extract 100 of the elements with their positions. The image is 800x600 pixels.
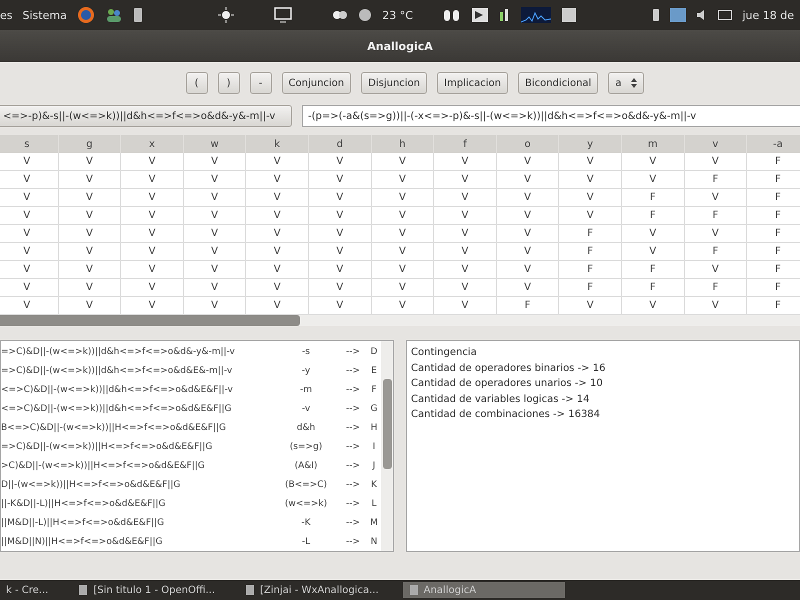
window-icon bbox=[78, 584, 88, 596]
formula-text: D||-(w<=>k))||H<=>f<=>o&d&E&F||G bbox=[1, 480, 182, 490]
formula-text: B<=>C)&D||-(w<=>k))||H<=>f<=>o&d&E&F||G bbox=[1, 422, 228, 432]
arrow-text: --> bbox=[344, 460, 362, 470]
variable-select[interactable]: a bbox=[608, 72, 644, 94]
table-cell: V bbox=[246, 171, 309, 189]
operator-button[interactable]: Conjuncion bbox=[282, 72, 352, 94]
taskbar-item[interactable]: [Zinjai - WxAnallogica... bbox=[239, 582, 385, 598]
letter-text: M bbox=[369, 518, 379, 528]
table-cell: V bbox=[0, 261, 59, 279]
table-cell: V bbox=[434, 243, 497, 261]
table-cell: V bbox=[121, 171, 184, 189]
table-cell: V bbox=[308, 261, 372, 279]
formula-text: ||-K&D||-L)||H<=>f<=>o&d&E&F||G bbox=[1, 498, 166, 508]
letter-text: L bbox=[370, 498, 378, 508]
table-cell: V bbox=[184, 189, 246, 207]
people-icon bbox=[104, 7, 123, 23]
operator-button[interactable]: Bicondicional bbox=[518, 72, 598, 94]
taskbar-item[interactable]: [Sin titulo 1 - OpenOffi... bbox=[72, 582, 222, 598]
subformula-text: -s bbox=[301, 346, 311, 356]
activity-graph-icon bbox=[520, 7, 551, 23]
result-text: Cantidad de variables logicas -> 14 bbox=[411, 392, 590, 406]
arrow-text: --> bbox=[344, 442, 362, 452]
subformula-text: d&h bbox=[296, 422, 316, 432]
clock-text: jue 18 de bbox=[742, 8, 794, 22]
table-cell: F bbox=[622, 207, 685, 225]
table-cell: V bbox=[434, 261, 497, 279]
table-cell: F bbox=[684, 171, 748, 189]
table-cell: F bbox=[622, 261, 685, 279]
table-cell: V bbox=[622, 171, 685, 189]
column-header: -a bbox=[747, 135, 800, 153]
subformula-text: (s=>g) bbox=[288, 442, 324, 452]
column-header: h bbox=[372, 135, 434, 153]
subformula-text: (w<=>k) bbox=[284, 498, 328, 508]
mail-icon bbox=[718, 10, 732, 20]
table-cell: F bbox=[559, 243, 622, 261]
formula-select[interactable]: <=>-p)&-s||-(w<=>k))||d&h<=>f<=>o&d&-y&-m||-v bbox=[0, 105, 292, 127]
arrow-text: --> bbox=[344, 422, 362, 432]
arrow-text: --> bbox=[344, 498, 362, 508]
horizontal-scrollbar[interactable] bbox=[0, 315, 800, 326]
menu-label[interactable]: es bbox=[0, 8, 12, 22]
table-cell: V bbox=[58, 243, 122, 261]
table-cell: V bbox=[308, 279, 372, 297]
table-cell: V bbox=[121, 189, 184, 207]
letter-text: E bbox=[370, 366, 378, 376]
app-icon bbox=[470, 7, 489, 23]
table-cell: V bbox=[184, 243, 246, 261]
operator-button[interactable]: Implicacion bbox=[437, 72, 508, 94]
letter-text: G bbox=[370, 404, 378, 414]
table-cell: V bbox=[0, 225, 59, 243]
table-cell: F bbox=[747, 279, 800, 297]
table-cell: V bbox=[308, 189, 372, 207]
table-cell: F bbox=[622, 189, 685, 207]
operator-button[interactable]: ) bbox=[218, 72, 240, 94]
table-cell: V bbox=[246, 189, 309, 207]
arrow-text: --> bbox=[344, 346, 362, 356]
table-cell: V bbox=[0, 279, 59, 297]
arrow-text: --> bbox=[344, 404, 362, 414]
vertical-scrollbar[interactable] bbox=[381, 341, 393, 551]
table-cell: V bbox=[559, 189, 622, 207]
arrow-text: --> bbox=[344, 536, 362, 546]
table-cell: V bbox=[58, 153, 122, 171]
formula-input[interactable]: -(p=>(-a&(s=>g))||-(-x<=>-p)&-s||-(w<=>k))||d&h<=>f<=>o&d&-y&-m||-v bbox=[302, 105, 800, 127]
column-header: x bbox=[121, 135, 184, 153]
result-text: Contingencia bbox=[411, 346, 477, 360]
table-cell: V bbox=[372, 153, 434, 171]
subformula-text: (A&I) bbox=[294, 460, 318, 470]
table-cell: V bbox=[559, 171, 622, 189]
table-cell: V bbox=[184, 261, 246, 279]
formula-text: <=>C)&D||-(w<=>k))||d&h<=>f<=>o&d&E&F||G bbox=[1, 404, 232, 414]
chart-icon bbox=[498, 8, 511, 22]
table-cell: V bbox=[121, 279, 184, 297]
subformula-text: -L bbox=[300, 536, 312, 546]
result-text: Cantidad de operadores unarios -> 10 bbox=[411, 377, 603, 391]
table-cell: F bbox=[747, 261, 800, 279]
table-cell: F bbox=[622, 279, 685, 297]
table-cell: F bbox=[559, 261, 622, 279]
operator-button[interactable]: ( bbox=[186, 72, 208, 94]
operator-button[interactable]: Disjuncion bbox=[361, 72, 428, 94]
table-cell: V bbox=[559, 207, 622, 225]
column-header: d bbox=[308, 135, 372, 153]
letter-text: J bbox=[371, 460, 376, 470]
arrow-text: --> bbox=[344, 366, 362, 376]
menu-label[interactable]: Sistema bbox=[22, 8, 67, 22]
table-cell: V bbox=[434, 153, 497, 171]
operator-button[interactable]: - bbox=[250, 72, 272, 94]
subformula-text: -v bbox=[300, 404, 312, 414]
letter-text: N bbox=[370, 536, 378, 546]
column-header: o bbox=[496, 135, 560, 153]
table-cell: V bbox=[684, 189, 748, 207]
table-cell: V bbox=[684, 153, 748, 171]
monitor-icon bbox=[274, 7, 292, 23]
table-cell: V bbox=[58, 189, 122, 207]
column-header: f bbox=[434, 135, 497, 153]
taskbar-item[interactable]: k - Cre... bbox=[0, 582, 54, 598]
table-cell: F bbox=[559, 279, 622, 297]
letter-text: F bbox=[370, 384, 378, 394]
table-cell: V bbox=[434, 225, 497, 243]
table-cell: V bbox=[308, 153, 372, 171]
table-cell: V bbox=[496, 261, 560, 279]
